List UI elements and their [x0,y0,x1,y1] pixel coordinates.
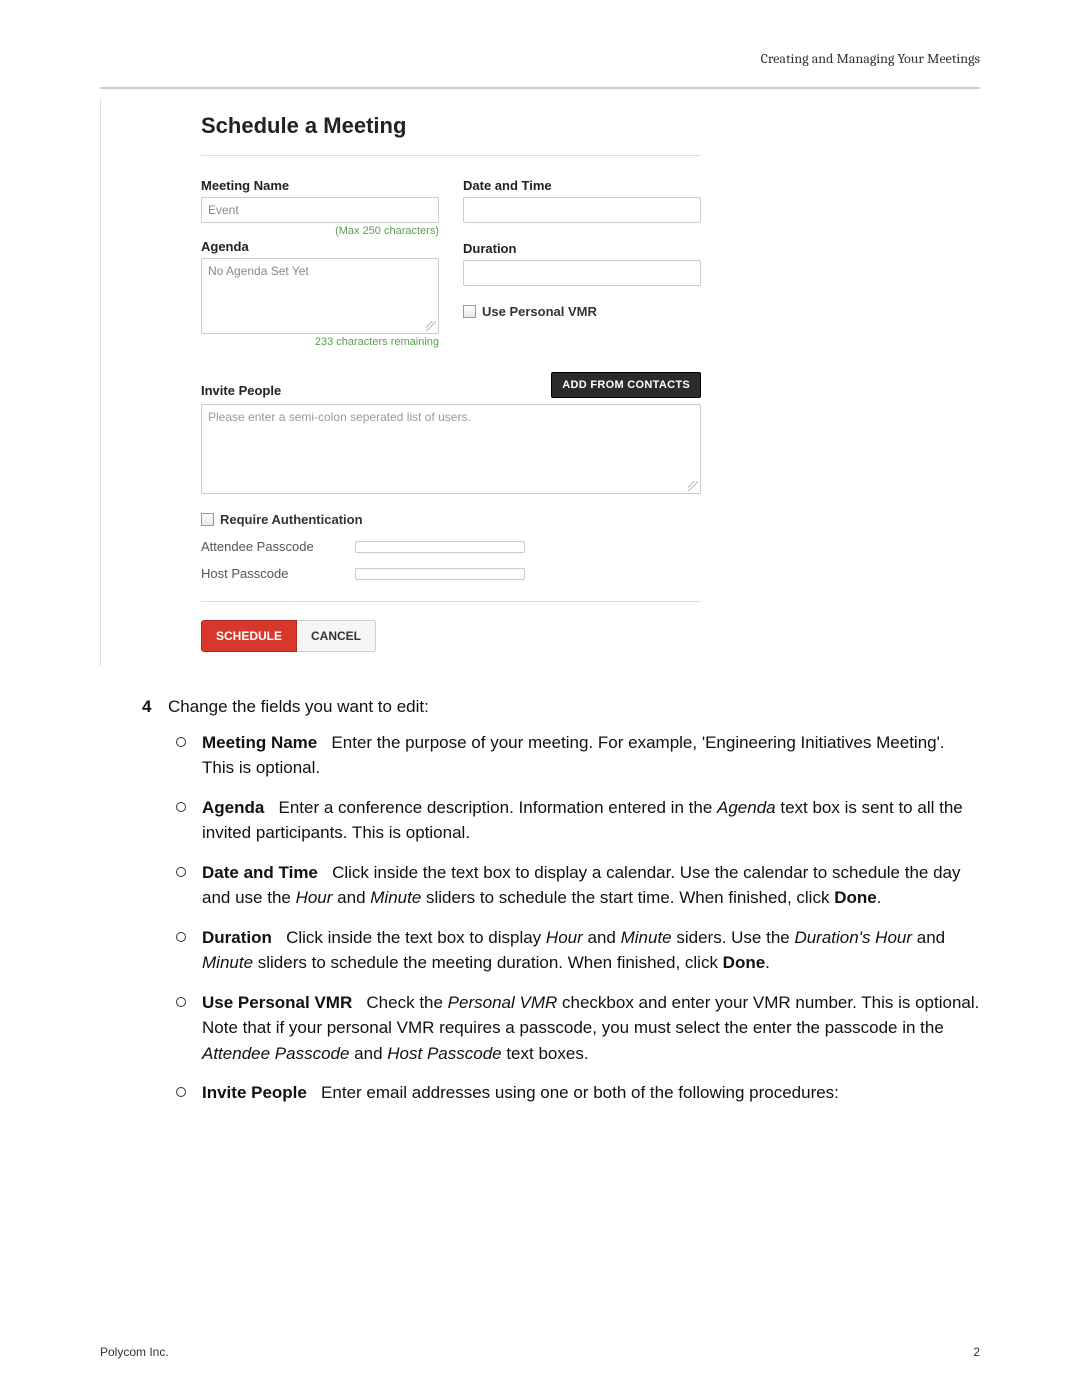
meeting-name-label: Meeting Name [201,178,439,193]
duration-label: Duration [463,241,701,256]
invite-people-textarea[interactable]: Please enter a semi-colon seperated list… [201,404,701,494]
date-time-label: Date and Time [463,178,701,193]
use-personal-vmr-row[interactable]: Use Personal VMR [463,304,701,319]
bullet-meeting-name: Meeting Name Enter the purpose of your m… [176,730,980,781]
header-divider [100,87,980,89]
button-divider [201,601,701,602]
document-page: Creating and Managing Your Meetings Sche… [0,0,1080,1397]
screenshot-region: Schedule a Meeting Meeting Name Event (M… [100,99,980,666]
agenda-hint: 233 characters remaining [201,336,439,348]
schedule-meeting-form: Schedule a Meeting Meeting Name Event (M… [191,99,711,666]
bullet-duration: Duration Click inside the text box to di… [176,925,980,976]
add-from-contacts-button[interactable]: ADD FROM CONTACTS [551,372,701,398]
require-authentication-row[interactable]: Require Authentication [201,512,701,527]
checkbox-icon[interactable] [463,305,476,318]
cancel-button[interactable]: CANCEL [297,620,376,652]
bullet-agenda: Agenda Enter a conference description. I… [176,795,980,846]
meeting-name-hint: (Max 250 characters) [201,225,439,237]
footer-company: Polycom Inc. [100,1345,169,1359]
host-passcode-input[interactable] [355,568,525,580]
form-title: Schedule a Meeting [201,113,701,139]
host-passcode-label: Host Passcode [201,566,341,581]
resize-handle-icon[interactable] [688,481,698,491]
running-header: Creating and Managing Your Meetings [100,50,980,87]
bullet-date-time: Date and Time Click inside the text box … [176,860,980,911]
agenda-textarea[interactable]: No Agenda Set Yet [201,258,439,334]
agenda-value: No Agenda Set Yet [208,264,309,278]
instruction-block: 4 Change the fields you want to edit: Me… [100,694,980,1106]
date-time-input[interactable] [463,197,701,223]
title-divider [201,155,701,156]
require-authentication-label: Require Authentication [220,512,363,527]
page-footer: Polycom Inc. 2 [100,1345,980,1359]
footer-page-number: 2 [973,1345,980,1359]
attendee-passcode-label: Attendee Passcode [201,539,341,554]
step-number: 4 [142,694,156,720]
agenda-label: Agenda [201,239,439,254]
step-text: Change the fields you want to edit: [168,694,429,720]
invite-people-label: Invite People [201,383,281,398]
bullet-invite: Invite People Enter email addresses usin… [176,1080,980,1106]
attendee-passcode-input[interactable] [355,541,525,553]
invite-placeholder: Please enter a semi-colon seperated list… [208,410,471,424]
duration-input[interactable] [463,260,701,286]
checkbox-icon[interactable] [201,513,214,526]
meeting-name-input[interactable]: Event [201,197,439,223]
resize-handle-icon[interactable] [426,321,436,331]
bullet-vmr: Use Personal VMR Check the Personal VMR … [176,990,980,1067]
use-personal-vmr-label: Use Personal VMR [482,304,597,319]
schedule-button[interactable]: SCHEDULE [201,620,297,652]
